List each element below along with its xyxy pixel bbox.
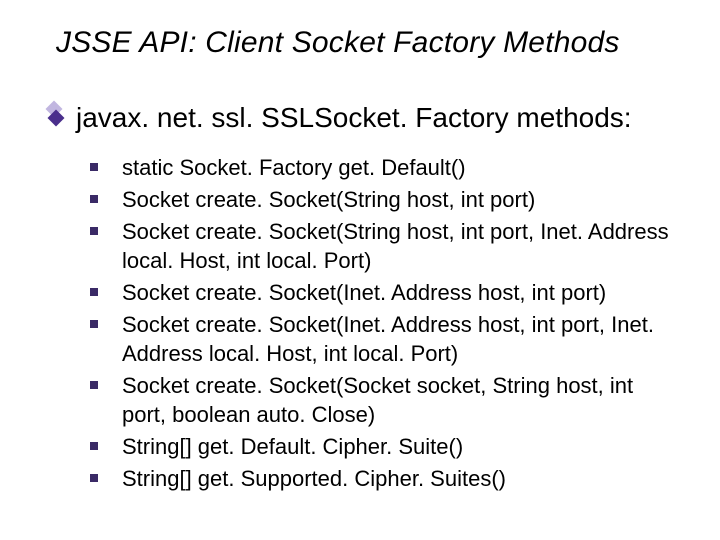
lead-text: javax. net. ssl. SSLSocket. Factory meth… <box>76 100 632 135</box>
square-bullet-icon <box>90 474 98 482</box>
list-item: Socket create. Socket(Socket socket, Str… <box>90 371 688 429</box>
square-bullet-icon <box>90 442 98 450</box>
square-bullet-icon <box>90 288 98 296</box>
square-bullet-icon <box>90 163 98 171</box>
list-item: Socket create. Socket(Inet. Address host… <box>90 278 688 307</box>
method-list: static Socket. Factory get. Default() So… <box>90 153 688 493</box>
method-text: String[] get. Supported. Cipher. Suites(… <box>122 464 506 493</box>
lead-row: javax. net. ssl. SSLSocket. Factory meth… <box>50 100 688 135</box>
diamond-bullet-icon <box>50 112 62 124</box>
square-bullet-icon <box>90 381 98 389</box>
method-text: Socket create. Socket(Inet. Address host… <box>122 310 682 368</box>
list-item: String[] get. Default. Cipher. Suite() <box>90 432 688 461</box>
square-bullet-icon <box>90 195 98 203</box>
method-text: static Socket. Factory get. Default() <box>122 153 466 182</box>
square-bullet-icon <box>90 227 98 235</box>
method-text: String[] get. Default. Cipher. Suite() <box>122 432 463 461</box>
list-item: static Socket. Factory get. Default() <box>90 153 688 182</box>
slide-title: JSSE API: Client Socket Factory Methods <box>56 26 688 60</box>
list-item: Socket create. Socket(String host, int p… <box>90 217 688 275</box>
list-item: Socket create. Socket(String host, int p… <box>90 185 688 214</box>
list-item: String[] get. Supported. Cipher. Suites(… <box>90 464 688 493</box>
method-text: Socket create. Socket(String host, int p… <box>122 217 682 275</box>
method-text: Socket create. Socket(Socket socket, Str… <box>122 371 682 429</box>
method-text: Socket create. Socket(String host, int p… <box>122 185 535 214</box>
slide: JSSE API: Client Socket Factory Methods … <box>0 0 720 540</box>
list-item: Socket create. Socket(Inet. Address host… <box>90 310 688 368</box>
method-text: Socket create. Socket(Inet. Address host… <box>122 278 606 307</box>
square-bullet-icon <box>90 320 98 328</box>
